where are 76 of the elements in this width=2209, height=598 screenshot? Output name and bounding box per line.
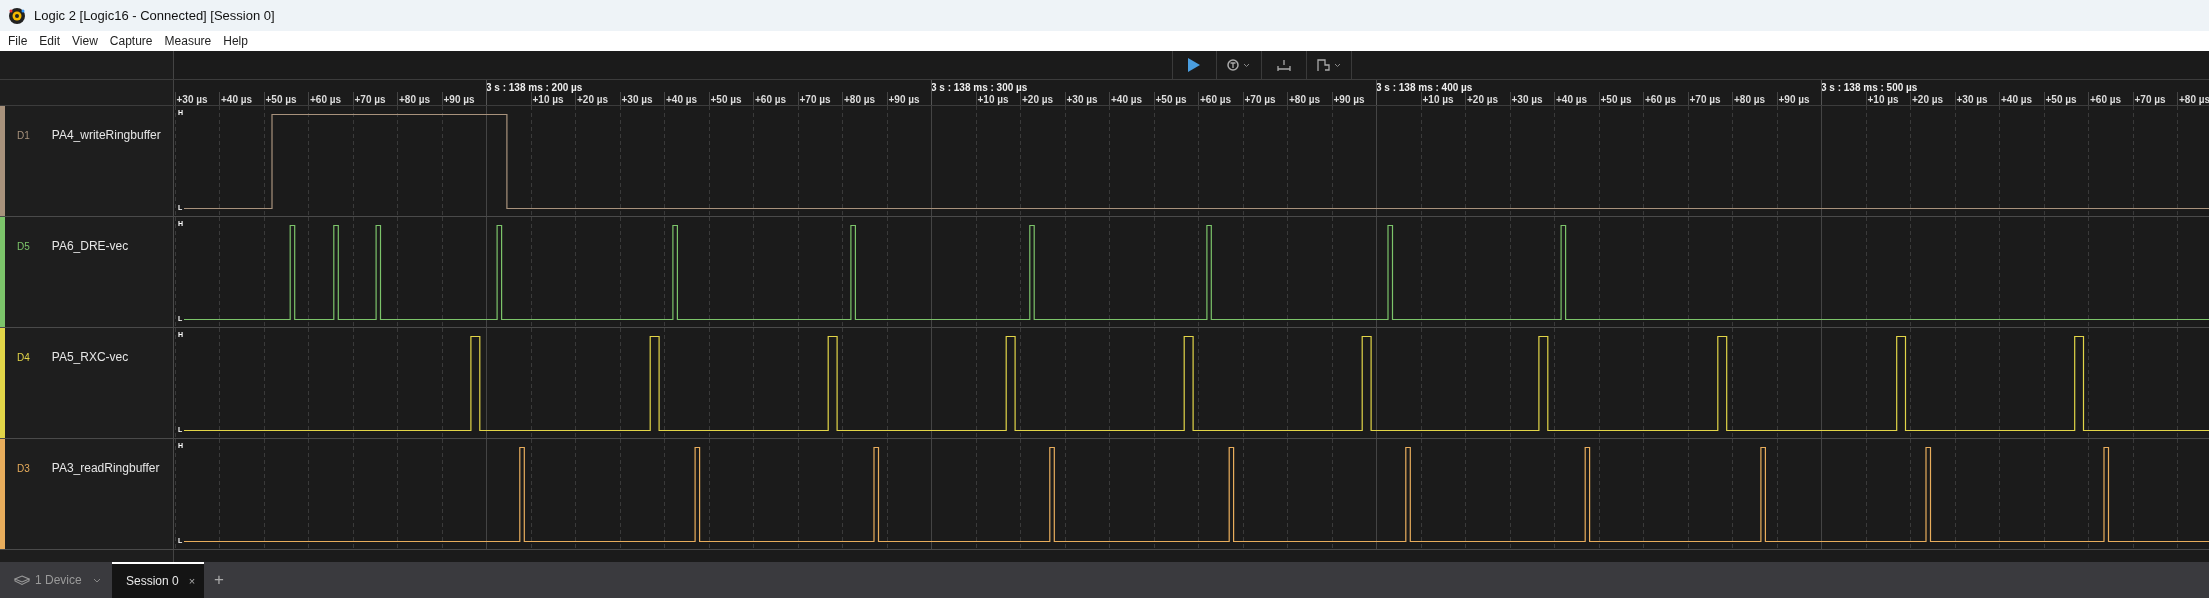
channel-name[interactable]: PA5_RXC-vec bbox=[51, 349, 129, 365]
time-major-label: 3 s : 138 ms : 300 µs bbox=[931, 81, 1028, 95]
menu-item[interactable]: Help bbox=[223, 32, 248, 50]
device-icon bbox=[14, 574, 30, 586]
time-major-label: 3 s : 138 ms : 500 µs bbox=[1821, 81, 1918, 95]
time-tick-label: +30 µs bbox=[1956, 93, 1988, 107]
time-tick-label: +70 µs bbox=[799, 93, 831, 107]
channel-id: D5 bbox=[17, 241, 30, 253]
time-tick-label: +80 µs bbox=[399, 93, 431, 107]
time-tick-label: +40 µs bbox=[221, 93, 253, 107]
time-tick-label: +90 µs bbox=[1778, 93, 1810, 107]
channel-id: D1 bbox=[17, 130, 30, 142]
menu-item[interactable]: Measure bbox=[164, 32, 212, 50]
add-session-button[interactable]: + bbox=[204, 562, 234, 598]
time-tick-label: +10 µs bbox=[532, 93, 564, 107]
channel-id: D4 bbox=[17, 352, 30, 364]
time-tick-label: +20 µs bbox=[1467, 93, 1499, 107]
time-tick-label: +30 µs bbox=[1511, 93, 1543, 107]
time-tick-label: +50 µs bbox=[710, 93, 742, 107]
time-tick-label: +80 µs bbox=[1734, 93, 1766, 107]
time-tick-label: +70 µs bbox=[2134, 93, 2166, 107]
session-tab[interactable]: Session 0 × bbox=[112, 562, 204, 598]
time-tick-label: +10 µs bbox=[1422, 93, 1454, 107]
time-tick-label: +80 µs bbox=[844, 93, 876, 107]
time-tick-label: +60 µs bbox=[755, 93, 787, 107]
time-tick-label: +70 µs bbox=[1244, 93, 1276, 107]
channel-name[interactable]: PA6_DRE-vec bbox=[51, 238, 129, 254]
trigger-icon bbox=[1227, 59, 1239, 71]
time-tick-label: +90 µs bbox=[443, 93, 475, 107]
close-tab-button[interactable]: × bbox=[188, 572, 196, 590]
time-tick-label: +60 µs bbox=[310, 93, 342, 107]
tab-label: Session 0 bbox=[126, 573, 179, 590]
time-tick-label: +10 µs bbox=[1867, 93, 1899, 107]
time-tick-label: +30 µs bbox=[176, 93, 208, 107]
time-tick-label: +50 µs bbox=[2045, 93, 2077, 107]
time-tick-label: +90 µs bbox=[1333, 93, 1365, 107]
time-tick-label: +80 µs bbox=[2179, 93, 2209, 107]
menu-item[interactable]: Edit bbox=[39, 32, 61, 50]
time-tick-label: +50 µs bbox=[265, 93, 297, 107]
chevron-down-icon bbox=[92, 577, 101, 583]
menu-item[interactable]: File bbox=[8, 32, 28, 50]
timing-marker-icon bbox=[1275, 58, 1292, 72]
channel-id: D3 bbox=[17, 463, 30, 475]
time-tick-label: +20 µs bbox=[1022, 93, 1054, 107]
time-tick-label: +60 µs bbox=[2090, 93, 2122, 107]
device-dropdown[interactable]: 1 Device bbox=[0, 562, 112, 598]
time-tick-label: +70 µs bbox=[354, 93, 386, 107]
start-capture-button[interactable] bbox=[1171, 51, 1217, 79]
time-tick-label: +40 µs bbox=[1556, 93, 1588, 107]
time-tick-label: +70 µs bbox=[1689, 93, 1721, 107]
window-title: Logic 2 [Logic16 - Connected] [Session 0] bbox=[34, 6, 275, 25]
menu-item[interactable]: View bbox=[72, 32, 98, 50]
time-tick-label: +40 µs bbox=[1111, 93, 1143, 107]
time-tick-label: +20 µs bbox=[1912, 93, 1944, 107]
channel-name[interactable]: PA4_writeRingbuffer bbox=[51, 127, 161, 143]
time-tick-label: +30 µs bbox=[621, 93, 653, 107]
time-tick-label: +80 µs bbox=[1289, 93, 1321, 107]
time-tick-label: +40 µs bbox=[2001, 93, 2033, 107]
time-major-label: 3 s : 138 ms : 200 µs bbox=[486, 81, 583, 95]
chevron-down-icon bbox=[1334, 62, 1341, 68]
flag-icon bbox=[1316, 58, 1330, 72]
time-tick-label: +90 µs bbox=[888, 93, 920, 107]
menu-item[interactable]: Capture bbox=[109, 32, 153, 50]
time-tick-label: +50 µs bbox=[1155, 93, 1187, 107]
time-tick-label: +50 µs bbox=[1600, 93, 1632, 107]
play-icon bbox=[1187, 57, 1201, 73]
time-major-label: 3 s : 138 ms : 400 µs bbox=[1376, 81, 1473, 95]
time-tick-label: +30 µs bbox=[1066, 93, 1098, 107]
channel-name[interactable]: PA3_readRingbuffer bbox=[51, 460, 160, 476]
time-tick-label: +60 µs bbox=[1645, 93, 1677, 107]
chevron-down-icon bbox=[1243, 62, 1250, 68]
app-logo-icon bbox=[8, 6, 26, 25]
time-tick-label: +20 µs bbox=[577, 93, 609, 107]
time-tick-label: +60 µs bbox=[1200, 93, 1232, 107]
time-tick-label: +40 µs bbox=[666, 93, 698, 107]
time-tick-label: +10 µs bbox=[977, 93, 1009, 107]
